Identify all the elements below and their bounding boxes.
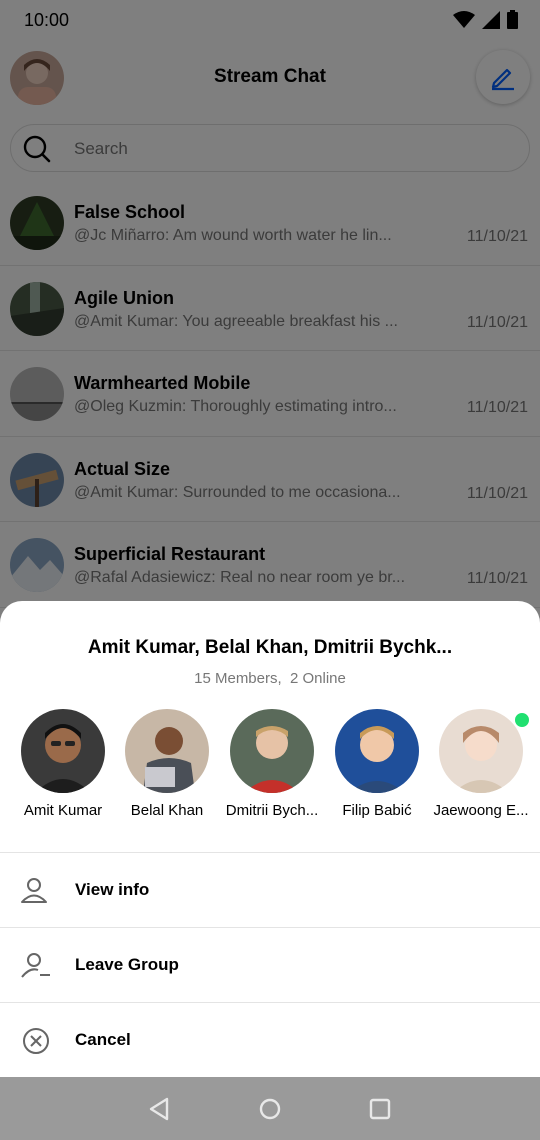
sheet-title: Amit Kumar, Belal Khan, Dmitrii Bychk...: [87, 637, 453, 658]
member-avatar: [439, 709, 523, 793]
home-icon[interactable]: [257, 1096, 283, 1122]
system-navigation-bar: [0, 1077, 540, 1140]
member-avatar: [125, 709, 209, 793]
member-name: Amit Kumar: [23, 802, 103, 819]
member-avatar: [335, 709, 419, 793]
leave-group-button[interactable]: Leave Group: [0, 927, 540, 1002]
action-label: Leave Group: [75, 955, 179, 974]
action-label: View info: [75, 880, 150, 899]
member-avatar: [230, 709, 314, 793]
member-avatar: [21, 709, 105, 793]
action-label: Cancel: [75, 1030, 131, 1049]
member-list: Amit Kumar Belal Khan Dmitrii Bych... Fi…: [0, 709, 540, 829]
member-name: Filip Babić: [342, 802, 412, 819]
sheet-subtitle: 15 Members, 2 Online: [194, 670, 346, 687]
person-remove-icon: [21, 953, 50, 978]
member-name: Dmitrii Bych...: [225, 802, 319, 819]
back-icon[interactable]: [147, 1096, 173, 1122]
online-indicator: [513, 711, 531, 729]
close-circle-icon: [23, 1028, 49, 1054]
person-icon: [21, 878, 47, 903]
cancel-button[interactable]: Cancel: [0, 1002, 540, 1077]
member-name: Belal Khan: [130, 802, 204, 819]
channel-actions-sheet: Amit Kumar, Belal Khan, Dmitrii Bychk...…: [0, 601, 540, 1077]
member-name: Jaewoong E...: [433, 802, 529, 819]
recents-icon[interactable]: [367, 1096, 393, 1122]
view-info-button[interactable]: View info: [0, 852, 540, 927]
